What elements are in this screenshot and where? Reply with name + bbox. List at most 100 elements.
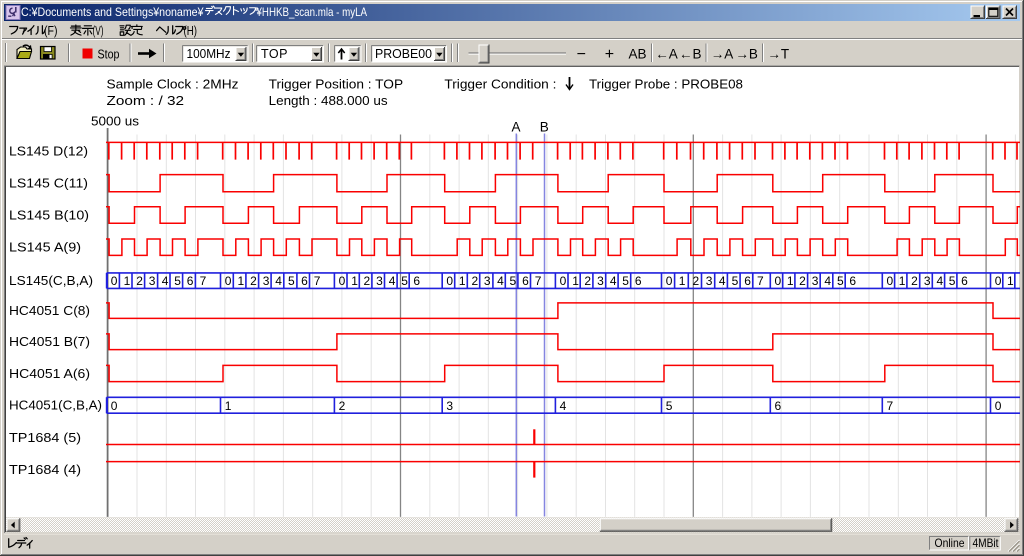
- svg-text:HC4051(C,B,A): HC4051(C,B,A): [9, 398, 102, 413]
- svg-text:2: 2: [911, 274, 918, 288]
- svg-text:Online: Online: [935, 536, 965, 550]
- svg-text:100MHz: 100MHz: [187, 47, 231, 61]
- svg-text:4: 4: [610, 274, 617, 288]
- svg-text:Stop: Stop: [98, 47, 120, 62]
- svg-text:3: 3: [263, 274, 270, 288]
- svg-text:1: 1: [1007, 274, 1014, 288]
- svg-text:0: 0: [995, 399, 1002, 413]
- svg-text:0: 0: [446, 274, 453, 288]
- svg-text:0: 0: [111, 274, 118, 288]
- svg-text:6: 6: [187, 274, 194, 288]
- svg-text:5: 5: [288, 274, 295, 288]
- svg-text:HC4051 B(7): HC4051 B(7): [9, 334, 90, 349]
- svg-text:5: 5: [174, 274, 181, 288]
- svg-text:TP1684 (4): TP1684 (4): [9, 462, 81, 477]
- svg-text:Sample Clock : 2MHz: Sample Clock : 2MHz: [107, 77, 239, 92]
- svg-text:Length : 488.000 us: Length : 488.000 us: [269, 93, 389, 108]
- svg-text:6: 6: [413, 274, 420, 288]
- svg-text:1: 1: [679, 274, 686, 288]
- svg-text:3: 3: [812, 274, 819, 288]
- svg-text:LS145 C(11): LS145 C(11): [9, 176, 88, 191]
- svg-text:−: −: [577, 46, 586, 63]
- svg-text:Trigger Probe : PROBE08: Trigger Probe : PROBE08: [589, 77, 743, 92]
- svg-text:LS145(C,B,A): LS145(C,B,A): [9, 273, 93, 288]
- svg-text:(V): (V): [93, 24, 104, 38]
- svg-text:LS145 B(10): LS145 B(10): [9, 208, 89, 223]
- svg-text:→B: →B: [735, 47, 758, 62]
- svg-text:Zoom : / 32: Zoom : / 32: [107, 93, 185, 108]
- svg-text:4: 4: [719, 274, 726, 288]
- svg-text:5: 5: [401, 274, 408, 288]
- svg-text:0: 0: [560, 274, 567, 288]
- svg-text:4: 4: [824, 274, 831, 288]
- svg-text:0: 0: [775, 274, 782, 288]
- svg-text:AB: AB: [628, 47, 646, 62]
- svg-text:6: 6: [301, 274, 308, 288]
- svg-text:0: 0: [111, 399, 118, 413]
- svg-text:3: 3: [597, 274, 604, 288]
- svg-text:→A: →A: [711, 47, 734, 62]
- svg-text:(H): (H): [184, 24, 198, 38]
- svg-text:7: 7: [200, 274, 207, 288]
- svg-text:→T: →T: [767, 47, 789, 62]
- svg-text:←B: ←B: [679, 47, 702, 62]
- svg-text:5: 5: [949, 274, 956, 288]
- svg-text:2: 2: [136, 274, 143, 288]
- svg-text:4MBit: 4MBit: [973, 536, 1000, 550]
- svg-text:1: 1: [238, 274, 245, 288]
- svg-text:HC4051 A(6): HC4051 A(6): [9, 366, 90, 381]
- svg-text:4: 4: [275, 274, 282, 288]
- svg-text:6: 6: [635, 274, 642, 288]
- svg-text:4: 4: [560, 399, 567, 413]
- svg-text:TOP: TOP: [261, 47, 288, 61]
- svg-text:4: 4: [497, 274, 504, 288]
- svg-text:1: 1: [572, 274, 579, 288]
- svg-text:¥HHKB_scan.mla - myLA: ¥HHKB_scan.mla - myLA: [256, 5, 367, 19]
- svg-text:5000 us: 5000 us: [91, 114, 140, 129]
- svg-text:3: 3: [706, 274, 713, 288]
- svg-text:7: 7: [535, 274, 542, 288]
- svg-text:A: A: [511, 120, 520, 135]
- svg-text:2: 2: [364, 274, 371, 288]
- svg-text:5: 5: [666, 399, 673, 413]
- svg-text:PROBE00: PROBE00: [375, 47, 432, 61]
- svg-text:0: 0: [666, 274, 673, 288]
- svg-text:1: 1: [787, 274, 794, 288]
- svg-text:6: 6: [775, 399, 782, 413]
- svg-text:6: 6: [744, 274, 751, 288]
- svg-text:3: 3: [376, 274, 383, 288]
- svg-text:Trigger Condition :: Trigger Condition :: [444, 77, 556, 92]
- svg-text:7: 7: [887, 399, 894, 413]
- svg-text:0: 0: [995, 274, 1002, 288]
- svg-text:(F): (F): [44, 24, 58, 38]
- svg-text:7: 7: [757, 274, 764, 288]
- svg-text:4: 4: [162, 274, 169, 288]
- svg-text:2: 2: [250, 274, 257, 288]
- svg-text:3: 3: [924, 274, 931, 288]
- svg-text:0: 0: [887, 274, 894, 288]
- svg-text:←A: ←A: [655, 47, 678, 62]
- svg-text:5: 5: [622, 274, 629, 288]
- svg-text:3: 3: [446, 399, 453, 413]
- svg-text:2: 2: [472, 274, 479, 288]
- svg-text:5: 5: [732, 274, 739, 288]
- svg-text:3: 3: [149, 274, 156, 288]
- svg-text:2: 2: [584, 274, 591, 288]
- svg-text:2: 2: [799, 274, 806, 288]
- svg-text:4: 4: [937, 274, 944, 288]
- svg-text:0: 0: [339, 274, 346, 288]
- svg-text:5: 5: [837, 274, 844, 288]
- svg-text:TP1684 (5): TP1684 (5): [9, 430, 81, 445]
- svg-text:6: 6: [961, 274, 968, 288]
- svg-text:HC4051 C(8): HC4051 C(8): [9, 303, 90, 318]
- svg-text:C:¥Documents and Settings¥nona: C:¥Documents and Settings¥noname¥: [21, 5, 204, 19]
- svg-text:6: 6: [849, 274, 856, 288]
- svg-text:LS145 D(12): LS145 D(12): [9, 144, 88, 159]
- svg-text:LS145 A(9): LS145 A(9): [9, 240, 81, 255]
- svg-text:3: 3: [484, 274, 491, 288]
- svg-text:B: B: [540, 120, 549, 135]
- svg-text:7: 7: [314, 274, 321, 288]
- svg-text:1: 1: [351, 274, 358, 288]
- svg-text:4: 4: [389, 274, 396, 288]
- svg-text:2: 2: [339, 399, 346, 413]
